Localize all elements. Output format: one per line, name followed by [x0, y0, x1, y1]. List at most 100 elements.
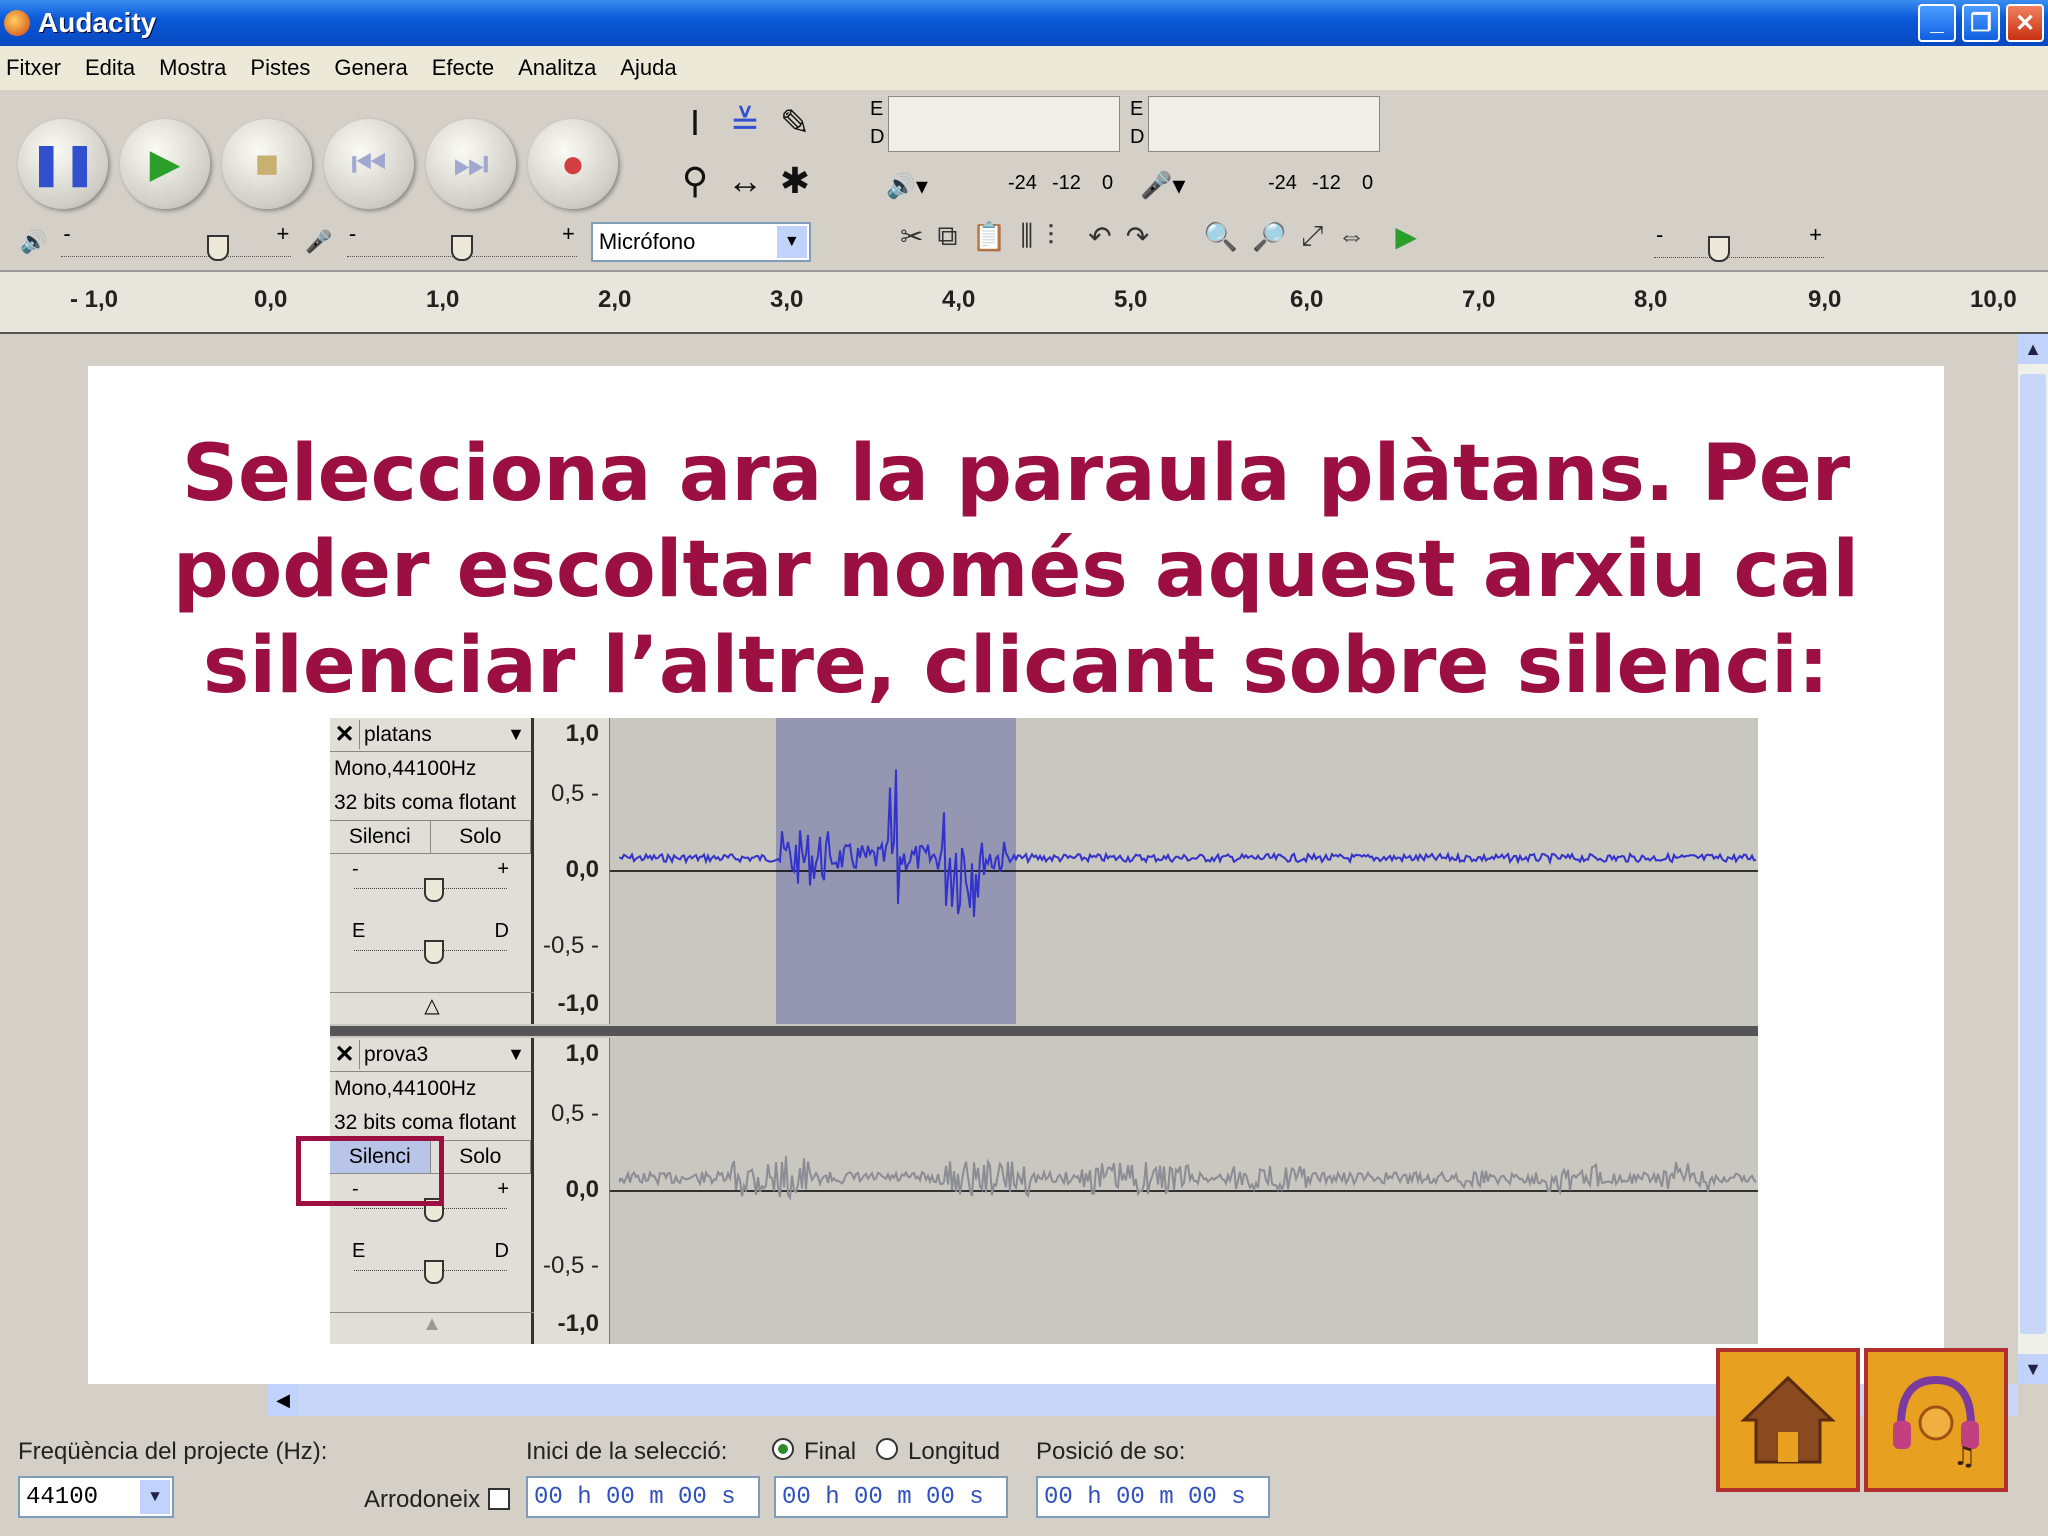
chevron-down-icon[interactable]: ▼: [776, 226, 807, 258]
paste-icon[interactable]: 📋: [971, 220, 1006, 253]
ruler-tick: 8,0: [1634, 286, 1668, 313]
track-prova3[interactable]: ✕ prova3 ▼ Mono,44100Hz 32 bits coma flo…: [330, 1038, 1758, 1344]
copy-icon[interactable]: ⧉: [937, 220, 957, 253]
collapse-track-icon[interactable]: ▲: [330, 1312, 534, 1344]
vertical-scrollbar[interactable]: ▲ ▼: [2018, 334, 2048, 1384]
zoom-in-icon[interactable]: 🔍: [1203, 220, 1238, 253]
scroll-down-icon[interactable]: ▼: [2018, 1354, 2048, 1384]
solo-button[interactable]: Solo: [431, 1141, 531, 1173]
envelope-tool-icon[interactable]: ≚: [720, 94, 770, 152]
cut-icon[interactable]: ✂: [900, 220, 923, 253]
fit-project-icon[interactable]: ⇔: [1337, 220, 1365, 253]
mixer-toolbar: 🔊 - + 🎤 - + Micrófono ▼: [20, 216, 811, 268]
stop-button[interactable]: ■: [222, 119, 312, 209]
close-button[interactable]: ✕: [2006, 4, 2044, 42]
fit-selection-icon[interactable]: ⤢: [1301, 220, 1323, 253]
menu-efecte[interactable]: Efecte: [432, 55, 494, 81]
track-menu-chevron-down-icon[interactable]: ▼: [501, 724, 531, 745]
vertical-scroll-thumb[interactable]: [2020, 374, 2046, 1334]
collapse-track-icon[interactable]: △: [330, 992, 534, 1024]
waveform-prova3[interactable]: [610, 1038, 1758, 1344]
pause-button[interactable]: ❚❚: [18, 119, 108, 209]
pause-icon: ❚❚: [29, 142, 97, 186]
close-track-icon[interactable]: ✕: [330, 1040, 360, 1069]
zoom-out-icon[interactable]: 🔎: [1252, 220, 1287, 253]
skip-end-icon: ⏭: [453, 141, 489, 186]
audio-position-field[interactable]: 00 h 00 m 00 s: [1036, 1476, 1270, 1518]
waveform-platans[interactable]: [610, 718, 1758, 1024]
minimize-button[interactable]: _: [1918, 4, 1956, 42]
solo-button[interactable]: Solo: [431, 821, 531, 853]
skip-end-button[interactable]: ⏭: [426, 119, 516, 209]
transport-toolbar: ❚❚ ▶ ■ ⏮ ⏭ ●: [18, 94, 618, 234]
home-button[interactable]: [1716, 1348, 1860, 1492]
pan-slider[interactable]: E D: [344, 1236, 517, 1298]
multi-tool-icon[interactable]: ✱: [770, 152, 820, 210]
play-at-speed-icon[interactable]: ▶: [1395, 220, 1417, 253]
speaker-icon[interactable]: 🔊▾: [886, 172, 928, 201]
track-menu-chevron-down-icon[interactable]: ▼: [501, 1044, 531, 1065]
output-meter[interactable]: [888, 96, 1120, 152]
menu-analitza[interactable]: Analitza: [518, 55, 596, 81]
track-format: Mono,44100Hz: [334, 1077, 477, 1100]
play-button[interactable]: ▶: [120, 119, 210, 209]
trim-icon[interactable]: ⫼: [1020, 220, 1033, 253]
play-icon: ▶: [149, 142, 181, 186]
input-volume-thumb[interactable]: [450, 235, 473, 261]
project-rate-select[interactable]: 44100 ▼: [18, 1476, 174, 1518]
menu-mostra[interactable]: Mostra: [159, 55, 226, 81]
ruler-tick: 5,0: [1114, 286, 1148, 313]
play-speed-thumb[interactable]: [1708, 236, 1730, 262]
draw-tool-icon[interactable]: ✎: [770, 94, 820, 152]
timeshift-tool-icon[interactable]: ↔: [720, 152, 770, 210]
gain-thumb[interactable]: [424, 878, 444, 902]
audio-help-button[interactable]: ♫: [1864, 1348, 2008, 1492]
ruler-tick: 0,0: [254, 286, 288, 313]
scroll-left-icon[interactable]: ◀: [268, 1384, 298, 1416]
play-speed-slider[interactable]: - +: [1654, 222, 1824, 262]
microphone-icon[interactable]: 🎤▾: [1140, 170, 1185, 201]
skip-start-button[interactable]: ⏮: [324, 119, 414, 209]
selection-start-label: Inici de la selecció:: [526, 1438, 728, 1465]
menu-edita[interactable]: Edita: [85, 55, 135, 81]
track-platans[interactable]: ✕ platans ▼ Mono,44100Hz 32 bits coma fl…: [330, 718, 1758, 1024]
tracks-panel: ✕ platans ▼ Mono,44100Hz 32 bits coma fl…: [330, 718, 1758, 1344]
menu-pistes[interactable]: Pistes: [250, 55, 310, 81]
scroll-up-icon[interactable]: ▲: [2018, 334, 2048, 364]
close-track-icon[interactable]: ✕: [330, 720, 360, 749]
menu-genera[interactable]: Genera: [334, 55, 407, 81]
output-volume-thumb[interactable]: [207, 235, 230, 261]
input-source-select[interactable]: Micrófono ▼: [590, 222, 811, 262]
pan-thumb[interactable]: [424, 1260, 444, 1284]
snap-checkbox[interactable]: [488, 1488, 510, 1510]
pan-slider[interactable]: E D: [344, 916, 517, 978]
stop-icon: ■: [254, 141, 280, 186]
menu-fitxer[interactable]: Fitxer: [6, 55, 61, 81]
selection-end-field[interactable]: 00 h 00 m 00 s: [774, 1476, 1008, 1518]
pan-thumb[interactable]: [424, 940, 444, 964]
zoom-tool-icon[interactable]: ⚲: [670, 152, 720, 210]
window-title: Audacity: [38, 7, 157, 38]
track-name[interactable]: platans: [360, 723, 501, 747]
selection-start-field[interactable]: 00 h 00 m 00 s: [526, 1476, 760, 1518]
input-volume-slider[interactable]: - +: [346, 221, 577, 261]
gain-slider[interactable]: - +: [344, 854, 517, 916]
redo-icon[interactable]: ↷: [1126, 220, 1149, 253]
chevron-down-icon[interactable]: ▼: [140, 1480, 170, 1514]
output-scale-minus12: -12: [1052, 172, 1081, 194]
track-name[interactable]: prova3: [360, 1043, 501, 1067]
ruler-tick: 9,0: [1808, 286, 1842, 313]
output-volume-slider[interactable]: - +: [61, 221, 292, 261]
undo-icon[interactable]: ↶: [1088, 220, 1111, 253]
maximize-button[interactable]: ❐: [1962, 4, 2000, 42]
audio-position-label: Posició de so:: [1036, 1438, 1186, 1465]
selection-tool-icon[interactable]: I: [670, 94, 720, 152]
mute-button[interactable]: Silenci: [330, 821, 431, 853]
timeline-ruler[interactable]: - 1,0 0,0 1,0 2,0 3,0 4,0 5,0 6,0 7,0 8,…: [0, 272, 2048, 334]
record-button[interactable]: ●: [528, 119, 618, 209]
end-radio[interactable]: [772, 1438, 794, 1460]
length-radio[interactable]: [876, 1438, 898, 1460]
menu-ajuda[interactable]: Ajuda: [620, 55, 676, 81]
input-meter[interactable]: [1148, 96, 1380, 152]
silence-icon[interactable]: ⫶: [1047, 220, 1054, 253]
